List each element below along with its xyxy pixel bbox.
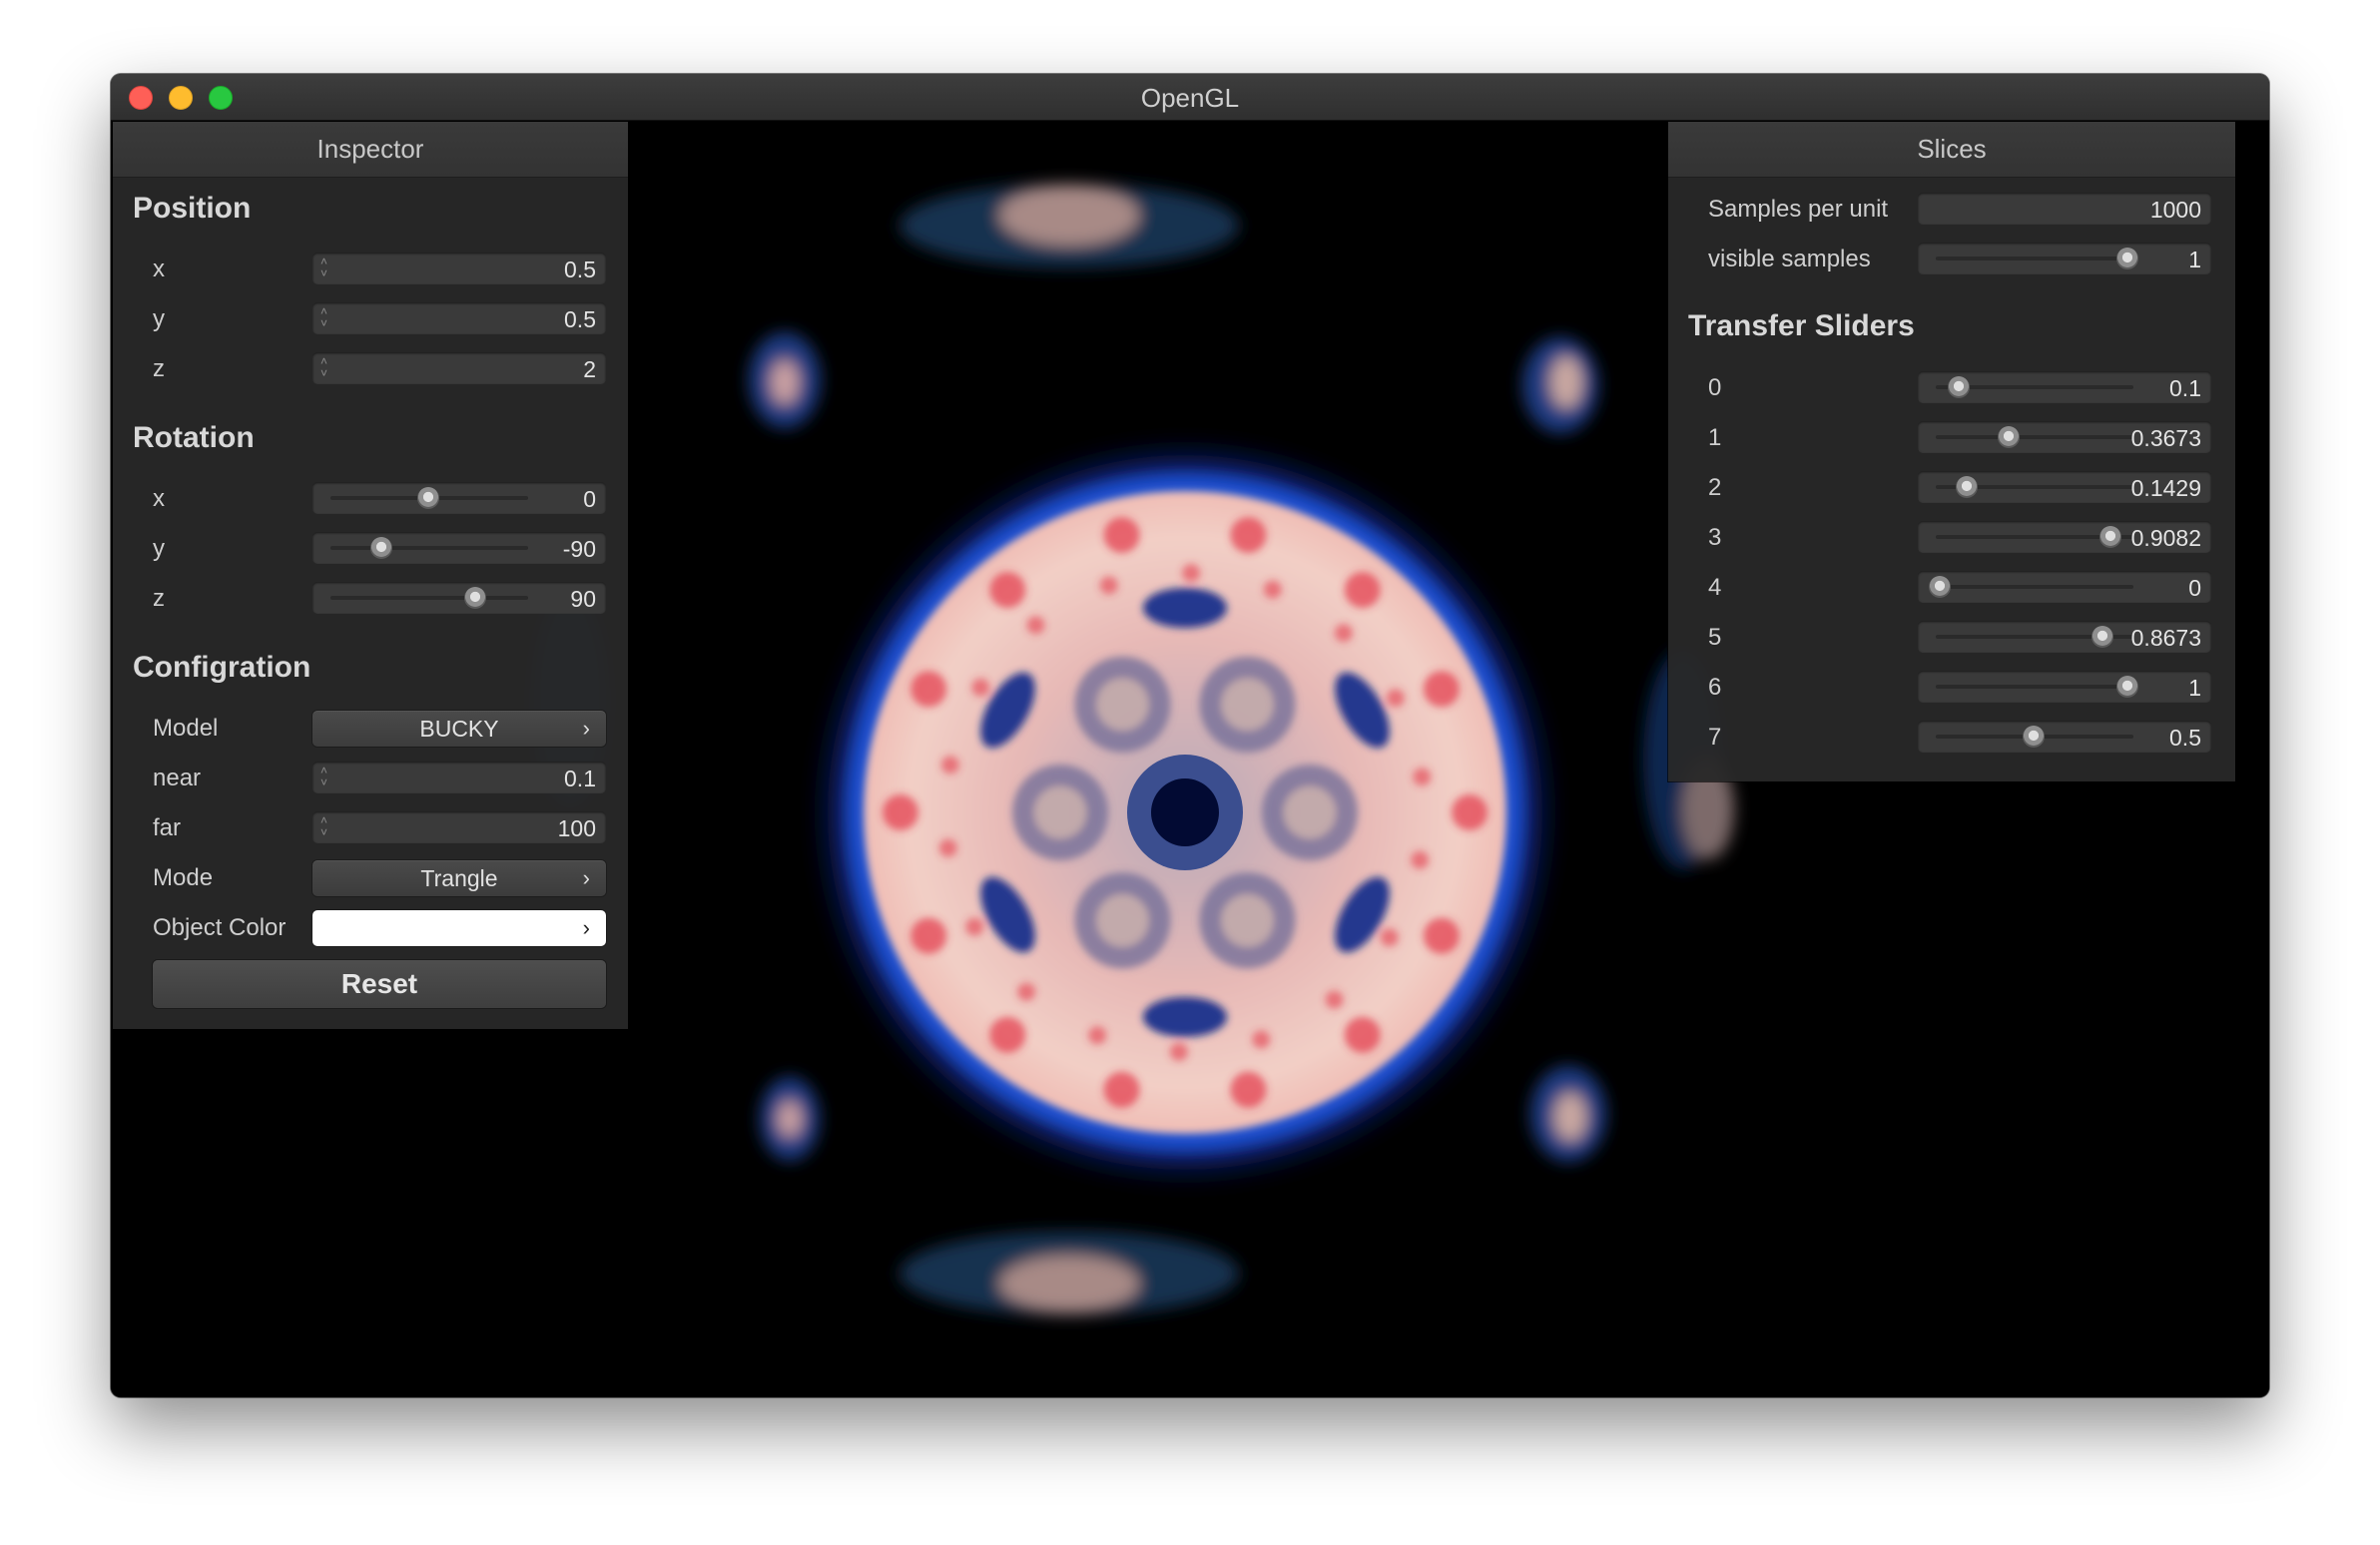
model-label: Model: [153, 715, 219, 742]
stepper-icon[interactable]: ˄ ˅: [320, 305, 327, 329]
mode-select[interactable]: Trangle ›: [312, 860, 606, 896]
window-title: OpenGL: [1140, 83, 1240, 113]
rotation-y-slider[interactable]: -90: [312, 532, 606, 564]
slices-header: Slices: [1668, 122, 2235, 178]
far-label: far: [153, 814, 182, 841]
transfer-slider-6[interactable]: 1: [1918, 671, 2211, 703]
title-bar[interactable]: OpenGL: [111, 74, 2269, 121]
position-z-field[interactable]: ˄ ˅ 2: [312, 352, 606, 384]
slider-thumb[interactable]: [1929, 576, 1951, 598]
far-field[interactable]: ˄ ˅ 100: [312, 811, 606, 843]
position-x-field[interactable]: ˄ ˅ 0.5: [312, 253, 606, 284]
slider-thumb[interactable]: [2091, 626, 2114, 648]
near-label: near: [153, 765, 202, 791]
chevron-right-icon: ›: [582, 865, 590, 890]
transfer-sliders-title: Transfer Sliders: [1688, 309, 1915, 342]
transfer-slider-7[interactable]: 0.5: [1918, 721, 2211, 753]
mode-label: Mode: [153, 864, 214, 891]
visible-samples-slider[interactable]: 1: [1918, 243, 2211, 274]
stepper-icon[interactable]: ˄ ˅: [320, 814, 327, 838]
chevron-right-icon: ›: [582, 915, 590, 940]
stepper-icon[interactable]: ˄ ˅: [320, 355, 327, 379]
slider-thumb[interactable]: [464, 587, 486, 609]
inspector-panel: Inspector Position x ˄ ˅ 0.5 y ˄ ˅ 0.5 z ˄…: [113, 122, 628, 1029]
position-z-label: z: [153, 355, 165, 382]
transfer-slider-5[interactable]: 0.8673: [1918, 621, 2211, 653]
transfer-slider-label: 1: [1708, 424, 1722, 451]
stepper-icon[interactable]: ˄ ˅: [320, 256, 327, 279]
position-y-label: y: [153, 305, 165, 332]
slider-thumb[interactable]: [2098, 526, 2121, 548]
transfer-slider-label: 2: [1708, 474, 1722, 501]
transfer-slider-label: 7: [1708, 724, 1722, 751]
slider-thumb[interactable]: [2116, 676, 2138, 698]
slider-thumb[interactable]: [370, 537, 392, 559]
position-section-title: Position: [133, 192, 252, 225]
chevron-right-icon: ›: [582, 716, 590, 741]
center-hole: [1151, 778, 1219, 846]
configuration-section-title: Configration: [133, 651, 311, 684]
transfer-slider-label: 6: [1708, 674, 1722, 701]
transfer-slider-label: 4: [1708, 574, 1722, 601]
transfer-slider-label: 0: [1708, 374, 1722, 401]
rotation-section-title: Rotation: [133, 421, 255, 454]
rotation-x-slider[interactable]: 0: [312, 482, 606, 514]
slider-thumb[interactable]: [1998, 426, 2021, 448]
slider-thumb[interactable]: [2116, 248, 2138, 269]
rotation-x-label: x: [153, 485, 165, 512]
near-field[interactable]: ˄ ˅ 0.1: [312, 762, 606, 793]
slider-thumb[interactable]: [1955, 476, 1978, 498]
stepper-icon[interactable]: ˄ ˅: [320, 765, 327, 788]
rotation-y-label: y: [153, 535, 165, 562]
object-color-picker[interactable]: ›: [312, 910, 606, 946]
slider-thumb[interactable]: [2023, 726, 2045, 748]
reset-button[interactable]: Reset: [153, 960, 606, 1008]
model-select[interactable]: BUCKY ›: [312, 711, 606, 747]
rotation-z-label: z: [153, 585, 165, 612]
visible-samples-label: visible samples: [1708, 246, 1871, 272]
slices-panel: Slices Samples per unit 1000 visible sam…: [1668, 122, 2235, 781]
slider-thumb[interactable]: [1947, 376, 1970, 398]
transfer-slider-1[interactable]: 0.3673: [1918, 421, 2211, 453]
rotation-z-slider[interactable]: 90: [312, 582, 606, 614]
transfer-slider-2[interactable]: 0.1429: [1918, 471, 2211, 503]
position-y-field[interactable]: ˄ ˅ 0.5: [312, 302, 606, 334]
opengl-window: OpenGL Inspector Position x ˄ ˅ 0.5 y ˄ …: [111, 74, 2269, 1397]
transfer-slider-label: 5: [1708, 624, 1722, 651]
slider-thumb[interactable]: [417, 487, 439, 509]
transfer-slider-4[interactable]: 0: [1918, 571, 2211, 603]
transfer-slider-3[interactable]: 0.9082: [1918, 521, 2211, 553]
transfer-slider-label: 3: [1708, 524, 1722, 551]
samples-per-unit-field[interactable]: 1000: [1918, 193, 2211, 225]
samples-per-unit-label: Samples per unit: [1708, 196, 1889, 223]
transfer-slider-0[interactable]: 0.1: [1918, 371, 2211, 403]
position-x-label: x: [153, 256, 165, 282]
object-color-label: Object Color: [153, 914, 287, 941]
inspector-header: Inspector: [113, 122, 628, 178]
